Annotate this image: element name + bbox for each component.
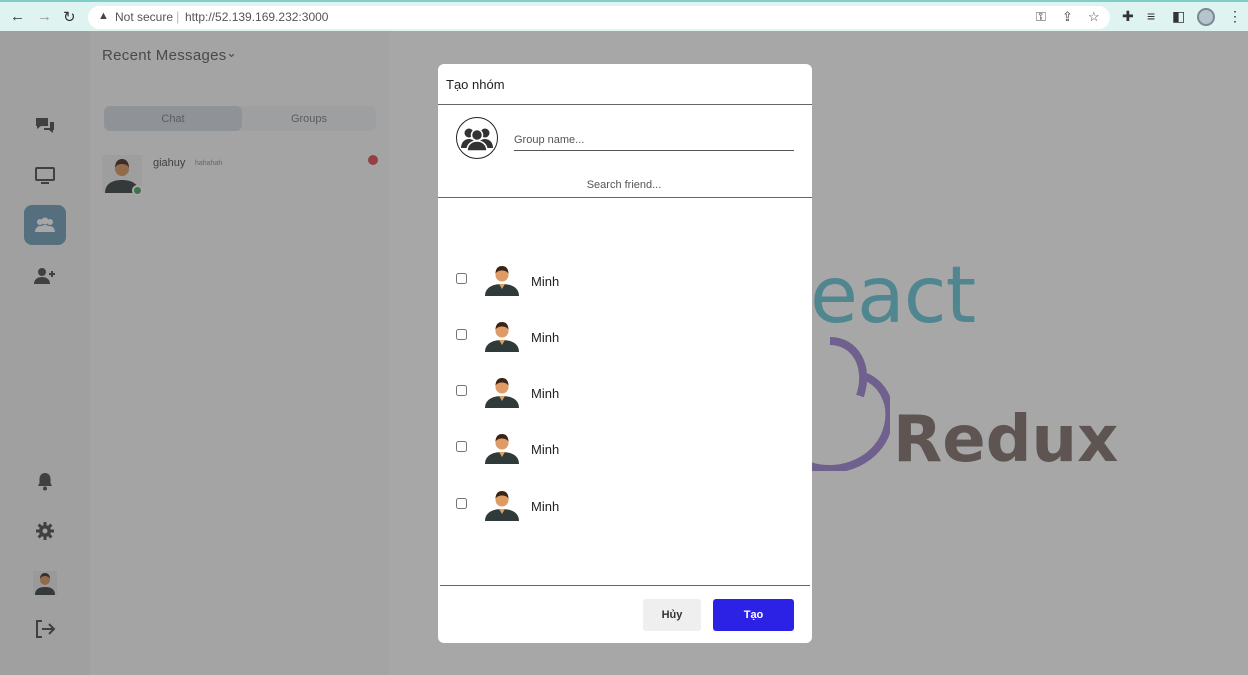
divider <box>438 104 812 105</box>
security-label: Not secure <box>115 10 174 24</box>
friend-checkbox[interactable] <box>456 329 467 340</box>
friend-name: Minh <box>531 330 560 345</box>
friend-avatar <box>485 434 519 464</box>
friend-row[interactable]: Minh <box>456 372 786 412</box>
cancel-button[interactable]: Hủy <box>643 599 701 631</box>
friend-checkbox[interactable] <box>456 498 467 509</box>
friend-name: Minh <box>531 274 560 289</box>
bookmark-star-icon[interactable]: ☆ <box>1088 9 1100 25</box>
friend-avatar <box>485 491 519 521</box>
divider <box>438 197 812 198</box>
modal-title: Tạo nhóm <box>446 77 505 92</box>
search-friend-input[interactable] <box>514 175 734 195</box>
friend-name: Minh <box>531 499 560 514</box>
friend-row[interactable]: Minh <box>456 485 786 525</box>
friend-checkbox[interactable] <box>456 441 467 452</box>
reading-list-icon[interactable]: ≡ <box>1147 8 1155 24</box>
friend-row[interactable]: Minh <box>456 428 786 468</box>
share-icon[interactable]: ⇪ <box>1062 9 1073 25</box>
url-text[interactable]: http://52.139.169.232:3000 <box>185 10 328 24</box>
reload-icon[interactable]: ↻ <box>63 8 76 26</box>
group-avatar-icon[interactable] <box>456 117 498 159</box>
side-panel-icon[interactable]: ◧ <box>1172 8 1185 25</box>
menu-kebab-icon[interactable]: ⋮ <box>1228 8 1242 25</box>
friend-name: Minh <box>531 442 560 457</box>
friend-avatar <box>485 322 519 352</box>
friend-row[interactable]: Minh <box>456 260 786 300</box>
browser-toolbar: ← → ↻ ▲ Not secure | http://52.139.169.2… <box>0 0 1248 31</box>
address-bar[interactable]: ▲ Not secure | http://52.139.169.232:300… <box>88 6 1110 29</box>
divider <box>440 585 810 586</box>
friend-checkbox[interactable] <box>456 273 467 284</box>
create-group-button[interactable]: Tạo <box>713 599 794 631</box>
friend-avatar <box>485 266 519 296</box>
friend-avatar <box>485 378 519 408</box>
friend-checkbox[interactable] <box>456 385 467 396</box>
profile-avatar-icon[interactable] <box>1197 8 1215 26</box>
friend-row[interactable]: Minh <box>456 316 786 356</box>
create-group-modal: Tạo nhóm Minh Minh Minh Minh Minh Hủ <box>438 64 812 643</box>
friend-name: Minh <box>531 386 560 401</box>
extensions-icon[interactable]: ✚ <box>1122 8 1134 25</box>
divider: | <box>176 9 180 24</box>
warning-icon: ▲ <box>98 10 109 22</box>
forward-icon[interactable]: → <box>37 8 52 25</box>
group-name-input[interactable] <box>514 129 794 151</box>
back-icon[interactable]: ← <box>10 8 25 25</box>
key-icon[interactable]: ⚿ <box>1036 9 1046 25</box>
